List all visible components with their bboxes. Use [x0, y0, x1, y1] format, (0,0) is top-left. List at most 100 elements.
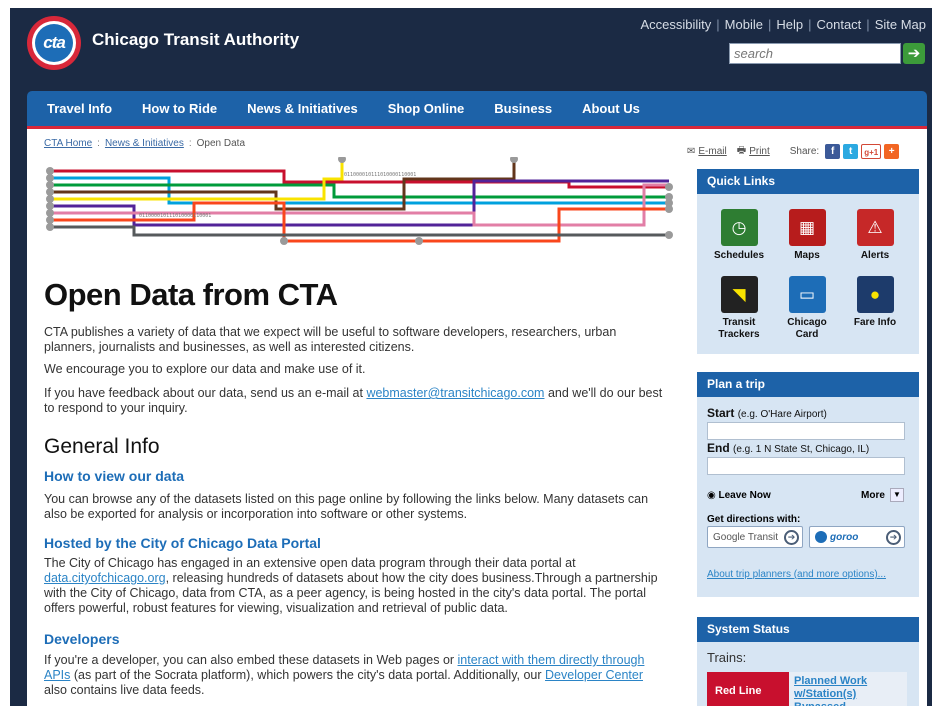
content-panel: CTA Home: News & Initiatives: Open Data [27, 129, 927, 706]
end-label-text: End [707, 441, 730, 455]
print-link[interactable]: Print [749, 146, 770, 157]
station-dot [46, 195, 54, 203]
system-status-title: System Status [697, 617, 919, 642]
util-separator: | [767, 17, 772, 32]
station-dot [415, 237, 423, 245]
cta-page-window: cta Chicago Transit Authority Accessibil… [10, 8, 932, 706]
system-status-box: System Status Trains: Red Line Planned W… [697, 617, 919, 706]
nav-about-us[interactable]: About Us [582, 101, 640, 116]
org-name: Chicago Transit Authority [92, 30, 300, 49]
section-heading-general-info: General Info [44, 435, 160, 458]
fare-icon: ● [856, 276, 894, 313]
intro-text: CTA publishes a variety of data that we … [44, 325, 617, 354]
nav-business[interactable]: Business [494, 101, 552, 116]
quick-link-alerts[interactable]: ⚠ Alerts [843, 209, 907, 262]
feedback-email-link[interactable]: webmaster@transitchicago.com [366, 386, 544, 400]
page-title: Open Data from CTA [44, 277, 338, 312]
quick-link-maps[interactable]: ▦ Maps [775, 209, 839, 262]
station-dot [46, 167, 54, 175]
station-dot [665, 183, 673, 191]
share-bar: ✉ E-mail 🖶 Print Share: f t g+1 + [687, 143, 900, 160]
start-input[interactable] [707, 422, 905, 440]
trains-label: Trains: [707, 650, 747, 665]
envelope-icon: ✉ [687, 146, 696, 157]
breadcrumb-cta-home[interactable]: CTA Home [44, 138, 92, 149]
google-transit-button[interactable]: Google Transit ➔ [707, 526, 803, 548]
quick-link-transit-trackers[interactable]: ◥ Transit Trackers [707, 276, 771, 341]
google-plus-icon[interactable]: g+1 [861, 144, 882, 159]
feedback-pre: If you have feedback about our data, sen… [44, 386, 367, 400]
quick-links-title: Quick Links [697, 169, 919, 194]
facebook-icon[interactable]: f [825, 144, 841, 159]
goroo-label: goroo [830, 531, 859, 543]
quick-link-label: Chicago Card [787, 317, 827, 340]
leave-now-label: Leave Now [718, 490, 771, 501]
util-link-accessibility[interactable]: Accessibility [640, 17, 711, 32]
heading-developers: Developers [44, 631, 120, 647]
clock-icon: ◷ [720, 209, 758, 246]
heading-how-to-view: How to view our data [44, 468, 185, 484]
util-link-site-map[interactable]: Site Map [875, 17, 926, 32]
station-dot [46, 202, 54, 210]
breadcrumb-news[interactable]: News & Initiatives [105, 138, 184, 149]
end-input[interactable] [707, 457, 905, 475]
main-nav: Travel Info How to Ride News & Initiativ… [27, 91, 927, 126]
how-text: You can browse any of the datasets liste… [44, 492, 649, 521]
station-dot [46, 209, 54, 217]
logo-text: cta [35, 24, 73, 62]
quick-link-fare-info[interactable]: ● Fare Info [843, 276, 907, 329]
hosted-pre: The City of Chicago has engaged in an ex… [44, 556, 576, 570]
feedback-text: If you have feedback about our data, sen… [44, 386, 664, 416]
search-go-button[interactable]: ➔ [903, 43, 925, 64]
quick-link-label: Maps [794, 250, 820, 261]
quick-link-chicago-card[interactable]: ▭ Chicago Card [775, 276, 839, 341]
red-line-badge[interactable]: Red Line [707, 672, 789, 706]
station-dot [46, 188, 54, 196]
nav-news-initiatives[interactable]: News & Initiatives [247, 101, 358, 116]
util-link-help[interactable]: Help [776, 17, 803, 32]
logo-ring: cta [32, 21, 76, 65]
goroo-button[interactable]: goroo ➔ [809, 526, 905, 548]
email-link[interactable]: E-mail [698, 146, 726, 157]
quick-link-label: Transit Trackers [718, 317, 760, 340]
dev-post: also contains live data feeds. [44, 683, 205, 697]
nav-how-to-ride[interactable]: How to Ride [142, 101, 217, 116]
developer-center-link[interactable]: Developer Center [545, 668, 643, 682]
cta-logo[interactable]: cta [27, 16, 81, 70]
station-dot [46, 174, 54, 182]
map-icon: ▦ [788, 209, 826, 246]
binary-text-2: 011000010111010000110001 [139, 213, 211, 219]
share-label: Share: [789, 146, 820, 157]
twitter-icon[interactable]: t [843, 144, 859, 159]
util-link-contact[interactable]: Contact [816, 17, 861, 32]
nav-travel-info[interactable]: Travel Info [47, 101, 112, 116]
util-separator: | [716, 17, 720, 32]
add-share-icon[interactable]: + [884, 144, 900, 159]
search-input[interactable]: search [729, 43, 901, 64]
quick-link-label: Alerts [860, 250, 890, 261]
more-options-dropdown[interactable]: More ▼ [861, 488, 904, 502]
quick-link-label: Schedules [713, 250, 765, 261]
station-dot [338, 157, 346, 163]
breadcrumb-current: Open Data [196, 138, 246, 149]
chevron-down-icon: ▼ [889, 488, 904, 502]
station-dot [510, 157, 518, 163]
end-label: End (e.g. 1 N State St, Chicago, IL) [707, 441, 869, 455]
encourage-text: We encourage you to explore our data and… [44, 362, 366, 376]
start-label-text: Start [707, 406, 735, 420]
start-hint: (e.g. O'Hare Airport) [737, 409, 827, 420]
quick-link-schedules[interactable]: ◷ Schedules [707, 209, 771, 262]
about-trip-planners-link[interactable]: About trip planners (and more options)..… [707, 569, 886, 580]
red-line-status-link[interactable]: Planned Work w/Station(s) Bypassed [789, 672, 907, 706]
hosted-text: The City of Chicago has engaged in an ex… [44, 556, 664, 616]
nav-shop-online[interactable]: Shop Online [388, 101, 465, 116]
breadcrumb-separator: : [97, 138, 100, 149]
directions-label: Get directions with: [707, 514, 801, 525]
plan-trip-title: Plan a trip [697, 372, 919, 397]
leave-now-option[interactable]: ◉ Leave Now [707, 490, 771, 501]
arrow-right-icon: ➔ [907, 45, 921, 62]
util-link-mobile[interactable]: Mobile [725, 17, 763, 32]
plan-trip-box: Plan a trip Start (e.g. O'Hare Airport) … [697, 372, 919, 597]
data-portal-link[interactable]: data.cityofchicago.org [44, 571, 166, 585]
card-icon: ▭ [788, 276, 826, 313]
